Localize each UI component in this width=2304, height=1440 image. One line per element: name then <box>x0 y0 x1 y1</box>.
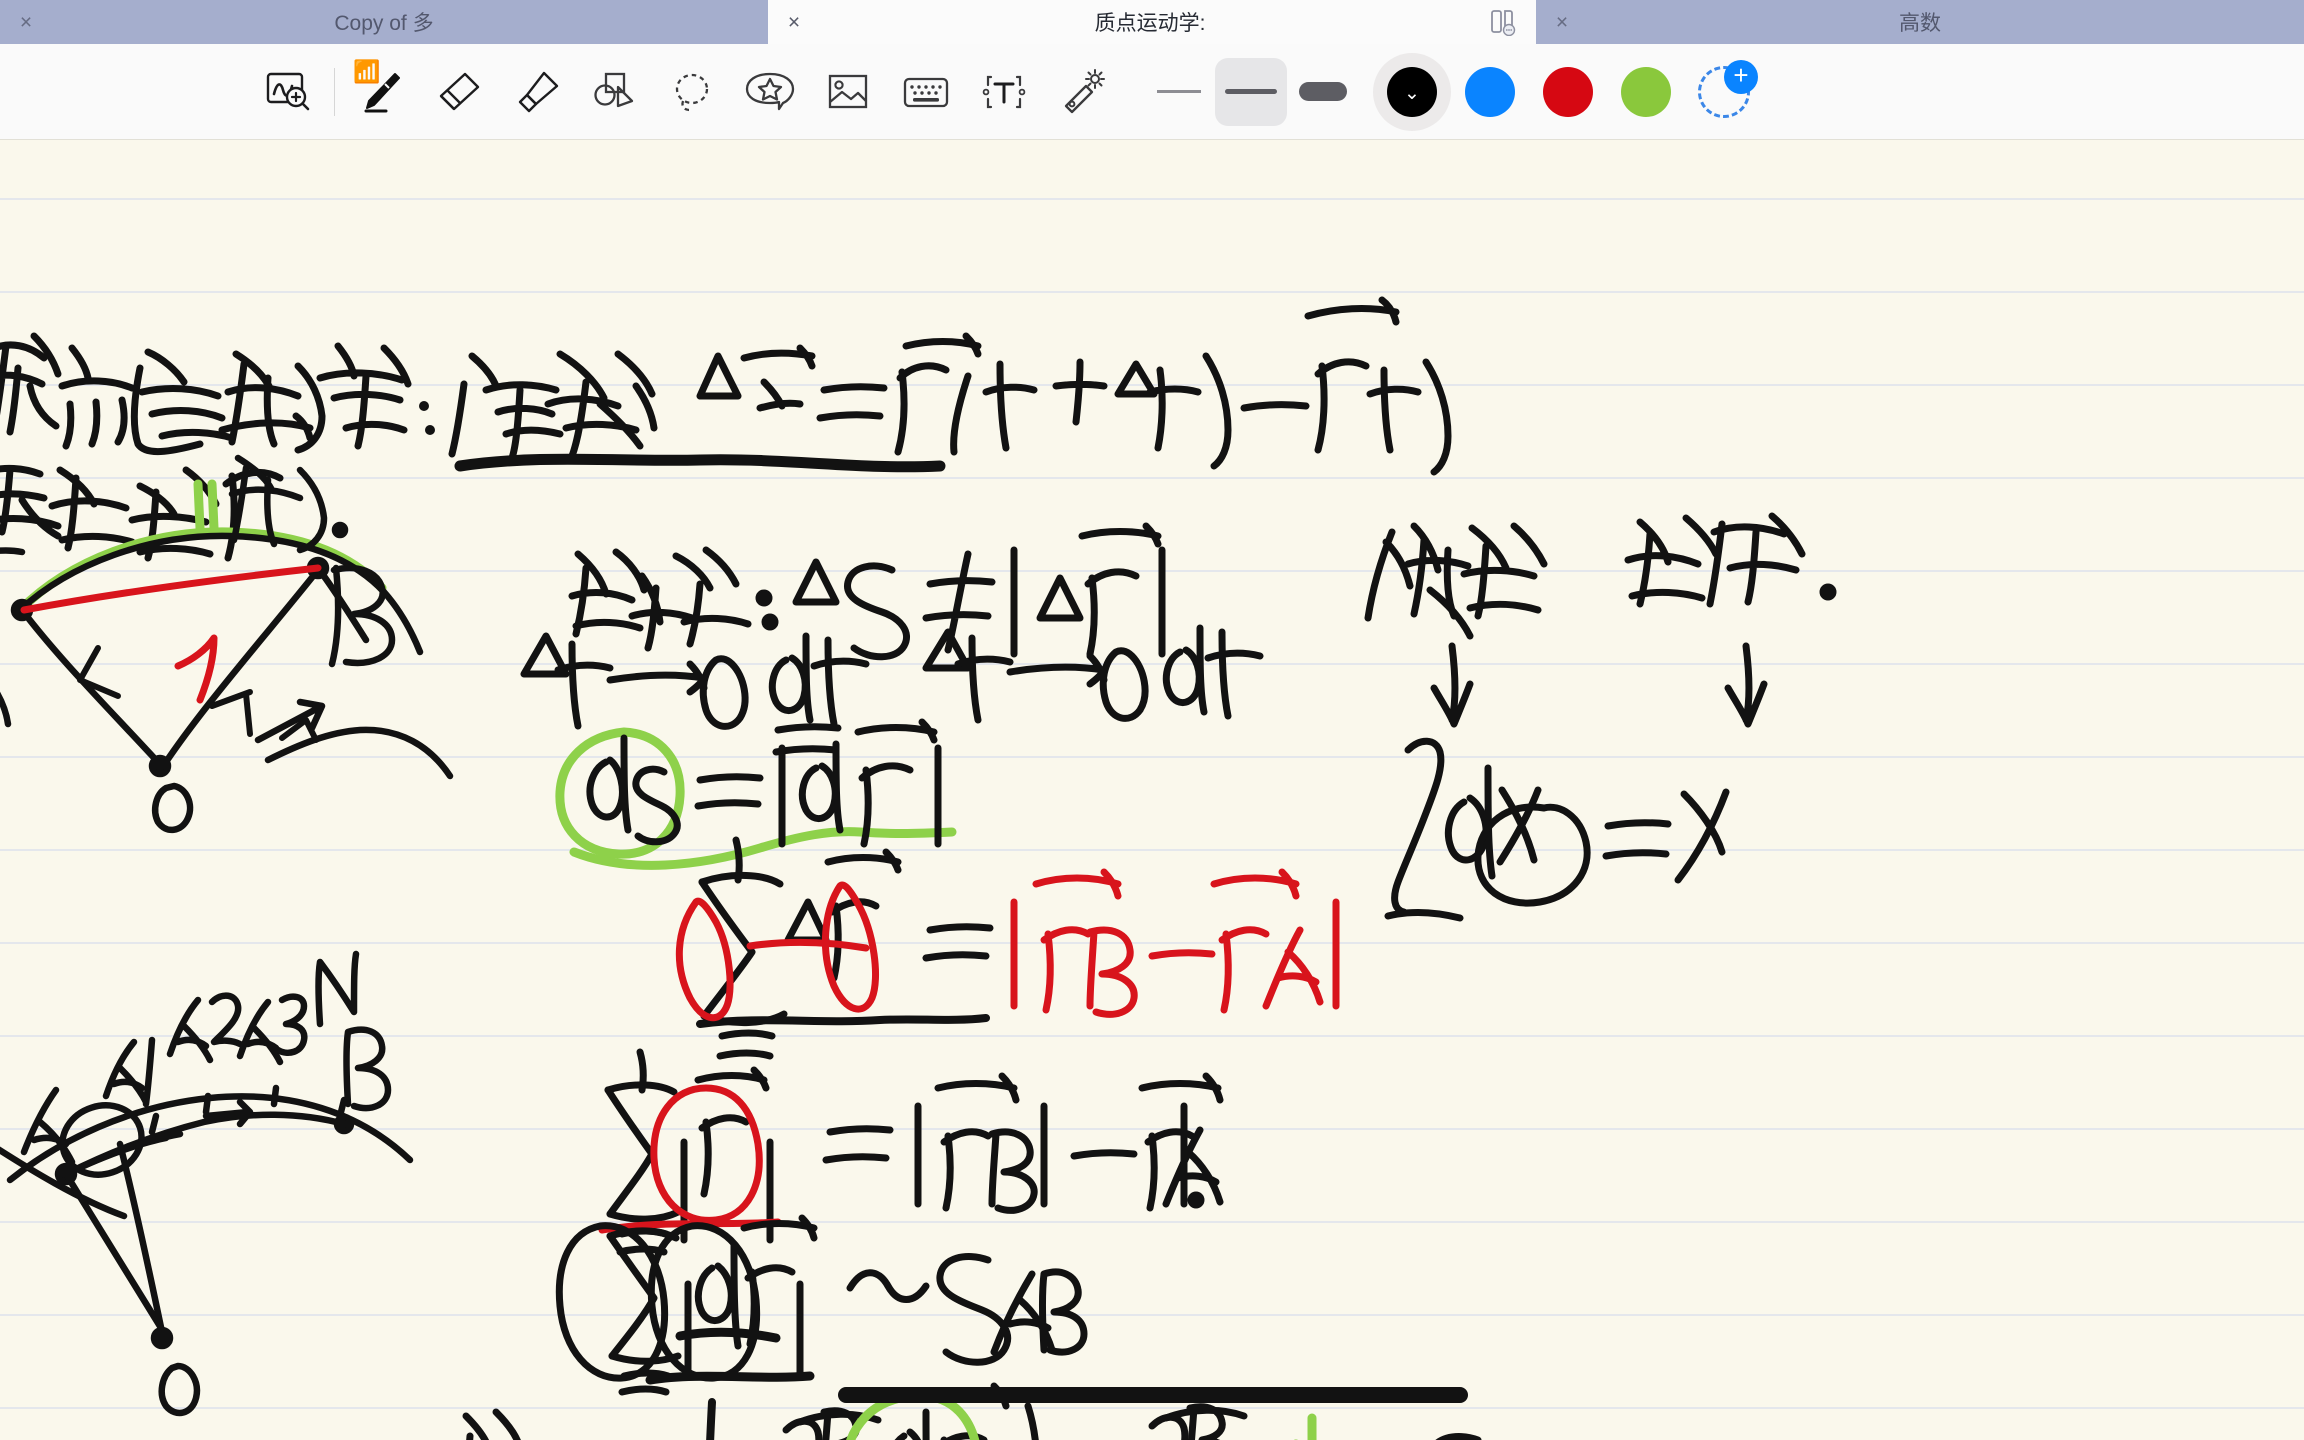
stroke-width-thick-bar <box>1299 82 1347 101</box>
color-blue[interactable] <box>1451 53 1529 131</box>
stroke-width-medium[interactable] <box>1215 57 1287 126</box>
tab-close-icon[interactable]: × <box>768 12 820 33</box>
stroke-width-thin-bar <box>1157 90 1201 93</box>
text-box-icon[interactable] <box>965 53 1043 131</box>
tab-label: 质点运动学: <box>1094 12 1206 35</box>
tab-close-icon[interactable]: × <box>0 12 52 33</box>
stroke-width-group <box>1143 57 1359 126</box>
tab-label: Copy of 多 <box>334 12 434 35</box>
app-window: × Copy of 多 × 质点运动学: × 高数 📶 ⌄ + <box>0 0 2304 1440</box>
note-canvas[interactable] <box>0 140 2304 1440</box>
magic-wand-icon[interactable] <box>1043 53 1121 131</box>
toolbar-divider <box>334 67 335 116</box>
split-view-icon[interactable] <box>1488 7 1518 37</box>
eraser-icon[interactable] <box>419 53 497 131</box>
color-black[interactable]: ⌄ <box>1373 52 1451 131</box>
sticker-icon[interactable] <box>731 53 809 131</box>
stroke-width-medium-bar <box>1225 89 1277 94</box>
color-green[interactable] <box>1607 53 1685 131</box>
tool-group-primary: 📶 <box>250 53 1121 131</box>
tab-zhidian-yundongxue[interactable]: × 质点运动学: <box>768 0 1536 44</box>
add-color-circle: + <box>1698 59 1758 118</box>
plus-icon: + <box>1724 59 1758 94</box>
chevron-down-icon: ⌄ <box>1404 82 1420 104</box>
image-icon[interactable] <box>809 53 887 131</box>
keyboard-icon[interactable] <box>887 53 965 131</box>
color-red-swatch <box>1543 66 1593 117</box>
color-green-swatch <box>1621 66 1671 117</box>
zoom-write-icon[interactable] <box>250 53 328 131</box>
stroke-width-thin[interactable] <box>1143 58 1215 126</box>
stroke-width-thick[interactable] <box>1287 58 1359 126</box>
bluetooth-icon: 📶 <box>353 58 381 84</box>
color-add-button[interactable]: + <box>1685 53 1763 131</box>
ink-strokes <box>0 296 1837 1440</box>
color-palette: ⌄ + <box>1373 52 1763 131</box>
highlighter-icon[interactable] <box>497 53 575 131</box>
color-blue-swatch <box>1465 66 1515 117</box>
tool-bar: 📶 ⌄ + <box>0 44 2304 140</box>
tab-copy-of-duo[interactable]: × Copy of 多 <box>0 0 768 44</box>
tab-close-icon[interactable]: × <box>1536 12 1588 33</box>
color-red[interactable] <box>1529 53 1607 131</box>
shapes-icon[interactable] <box>575 53 653 131</box>
lasso-select-icon[interactable] <box>653 53 731 131</box>
tab-label: 高数 <box>1899 12 1941 35</box>
pen-icon[interactable]: 📶 <box>341 53 419 131</box>
handwritten-ink-layer <box>0 140 2304 1440</box>
color-black-swatch: ⌄ <box>1387 66 1437 117</box>
tab-bar: × Copy of 多 × 质点运动学: × 高数 <box>0 0 2304 44</box>
tab-gaoshu[interactable]: × 高数 <box>1536 0 2304 44</box>
